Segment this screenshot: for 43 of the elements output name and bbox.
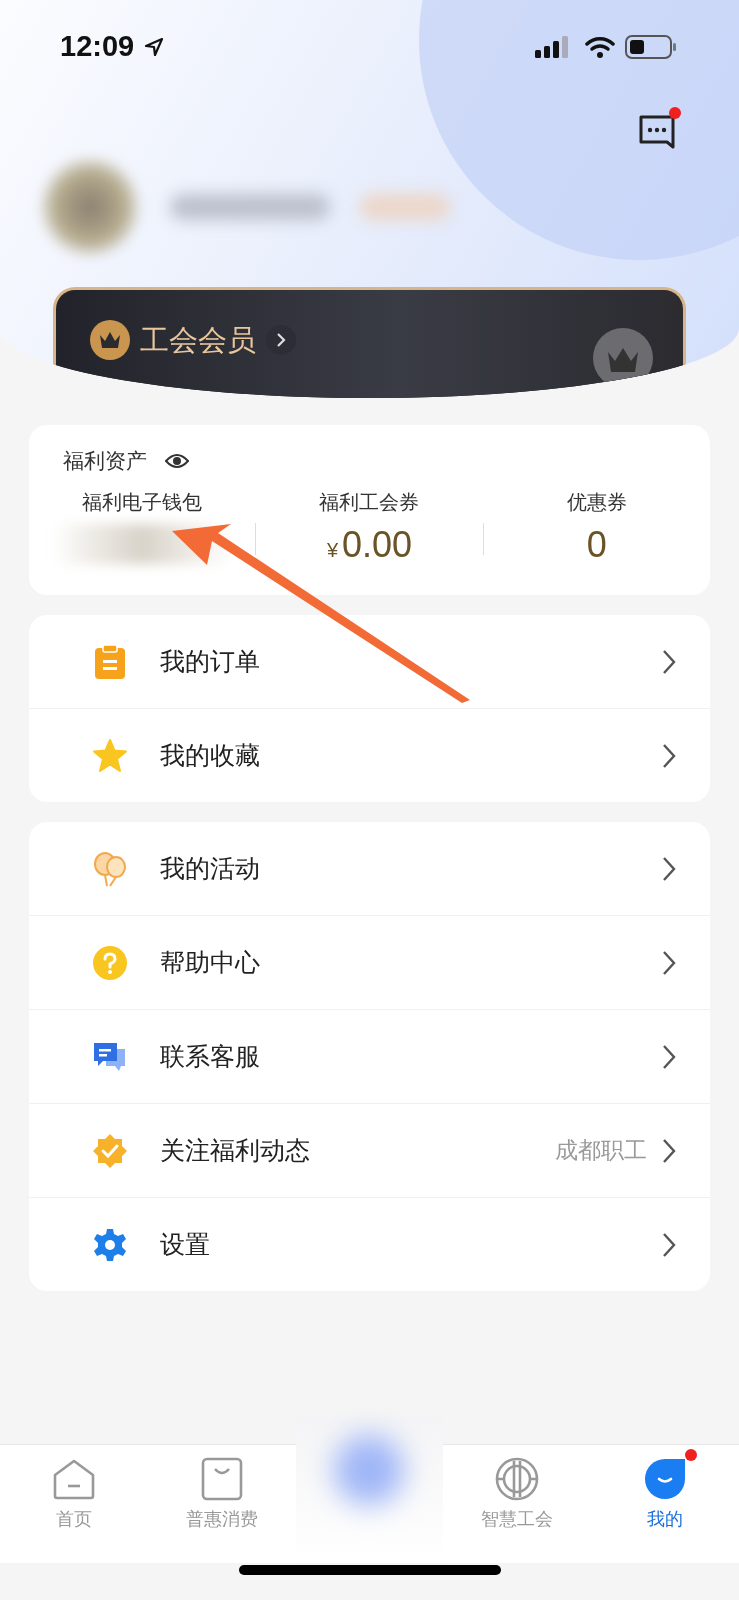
clipboard-icon xyxy=(92,643,128,680)
location-icon xyxy=(144,36,165,57)
menu-detail: 成都职工 xyxy=(555,1136,647,1165)
bag-icon xyxy=(199,1457,244,1501)
signal-icon xyxy=(535,35,569,58)
asset-value[interactable]: ¥0.00 xyxy=(326,524,413,566)
menu-item[interactable]: 我的收藏 xyxy=(29,708,710,802)
star-icon xyxy=(92,737,128,774)
member-card[interactable]: 工会会员 xyxy=(53,287,686,398)
asset-label: 福利工会券 xyxy=(319,489,420,516)
settings-icon xyxy=(92,1226,128,1263)
menu-label: 我的活动 xyxy=(160,853,260,885)
menu-item[interactable]: 关注福利动态 成都职工 xyxy=(29,1103,710,1197)
asset-label: 优惠券 xyxy=(566,489,627,516)
chevron-icon xyxy=(266,325,296,355)
menu-label: 帮助中心 xyxy=(160,947,260,979)
home-icon xyxy=(51,1457,96,1501)
crown-icon xyxy=(90,320,130,360)
emblem-icon xyxy=(495,1457,540,1501)
asset-value[interactable]: 0 xyxy=(586,524,607,566)
smile-face-icon xyxy=(643,1457,688,1501)
menu-label: 我的收藏 xyxy=(160,740,260,772)
status-time: 12:09 xyxy=(60,30,135,63)
menu-label: 设置 xyxy=(160,1229,210,1261)
assets-title: 福利资产 xyxy=(63,448,147,475)
menu-item[interactable]: 联系客服 xyxy=(29,1009,710,1103)
menu-item[interactable]: 设置 xyxy=(29,1197,710,1291)
asset-label: 福利电子钱包 xyxy=(82,489,203,516)
chat-icon xyxy=(639,115,675,149)
badge-check-icon xyxy=(92,1132,128,1169)
menu-label: 我的订单 xyxy=(160,646,260,678)
message-button[interactable] xyxy=(639,107,683,149)
member-label: 工会会员 xyxy=(140,322,256,359)
balloons-icon xyxy=(92,850,128,887)
menu-item[interactable]: 我的活动 xyxy=(29,822,710,915)
wifi-icon xyxy=(585,35,615,58)
menu-label: 联系客服 xyxy=(160,1041,260,1073)
menu-item[interactable]: 帮助中心 xyxy=(29,915,710,1009)
tab[interactable]: 我的 xyxy=(591,1445,739,1563)
eye-icon[interactable] xyxy=(165,453,189,469)
help-icon xyxy=(92,944,128,981)
menu-label: 关注福利动态 xyxy=(160,1135,310,1167)
battery-icon xyxy=(625,34,677,59)
